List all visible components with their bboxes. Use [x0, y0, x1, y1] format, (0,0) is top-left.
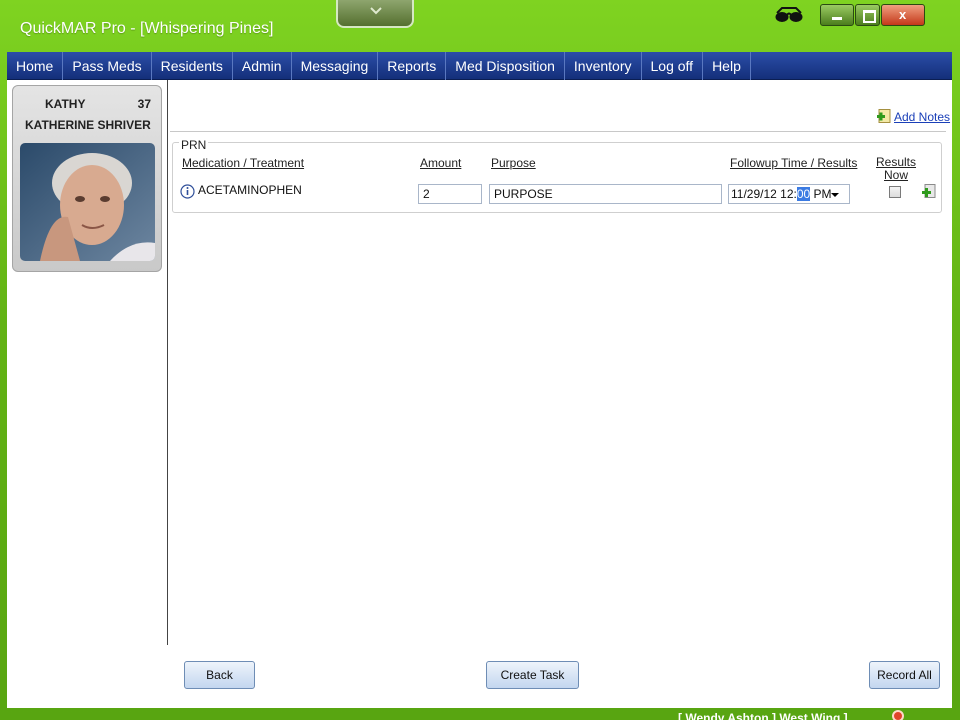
header-results-now: Results Now: [876, 155, 917, 182]
add-icon[interactable]: [922, 184, 936, 200]
menu-help[interactable]: Help: [703, 52, 751, 80]
window-title: QuickMAR Pro - [Whispering Pines]: [20, 20, 274, 37]
panel-divider: [167, 80, 168, 645]
header-amount: Amount: [420, 156, 462, 170]
add-notes-label[interactable]: Add Notes: [894, 110, 950, 124]
followup-minutes: 00: [796, 187, 811, 201]
maximize-button[interactable]: [855, 4, 880, 26]
main-menu: Home Pass Meds Residents Admin Messaging…: [7, 52, 952, 80]
menu-inventory[interactable]: Inventory: [565, 52, 642, 80]
back-button[interactable]: Back: [184, 661, 255, 689]
menu-residents[interactable]: Residents: [152, 52, 233, 80]
resident-photo: [20, 143, 155, 261]
followup-ampm: PM: [810, 187, 832, 201]
minimize-button[interactable]: [820, 4, 854, 26]
alert-icon[interactable]: [892, 710, 904, 720]
status-bar-user: [ Wendy Ashton ] West Wing ]: [678, 711, 848, 720]
menu-log-off[interactable]: Log off: [642, 52, 704, 80]
menu-admin[interactable]: Admin: [233, 52, 292, 80]
amount-input[interactable]: 2: [418, 184, 482, 204]
menu-pass-meds[interactable]: Pass Meds: [63, 52, 152, 80]
record-all-button[interactable]: Record All: [869, 661, 940, 689]
main-content: KATHY 37 KATHERINE SHRIVER Add Notes PRN…: [7, 80, 952, 708]
results-now-checkbox[interactable]: [889, 186, 901, 198]
medication-name: ACETAMINOPHEN: [198, 183, 302, 197]
chevron-down-icon[interactable]: [336, 0, 414, 28]
prn-legend: PRN: [179, 138, 209, 152]
add-notes-icon: [877, 109, 891, 123]
resident-card[interactable]: KATHY 37 KATHERINE SHRIVER: [12, 85, 162, 272]
create-task-button[interactable]: Create Task: [486, 661, 579, 689]
followup-date: 11/29/12 12:: [731, 187, 797, 201]
header-separator: [170, 131, 946, 132]
resident-number: 37: [137, 97, 151, 111]
close-icon: x: [899, 7, 907, 22]
followup-datetime-picker[interactable]: 11/29/12 12:00 PM: [728, 184, 850, 204]
header-purpose: Purpose: [491, 156, 536, 170]
header-followup: Followup Time / Results: [730, 156, 858, 170]
window-frame: QuickMAR Pro - [Whispering Pines] x Home…: [0, 0, 960, 720]
header-medication: Medication / Treatment: [182, 156, 305, 170]
menu-home[interactable]: Home: [7, 52, 64, 80]
add-notes-link[interactable]: Add Notes: [877, 109, 950, 124]
menu-messaging[interactable]: Messaging: [292, 52, 379, 80]
purpose-input[interactable]: PURPOSE: [489, 184, 722, 204]
info-icon[interactable]: [180, 184, 195, 199]
chevron-down-icon[interactable]: [831, 193, 839, 197]
resident-first-name: KATHY: [45, 97, 86, 111]
close-button[interactable]: x: [881, 4, 925, 26]
prn-group: PRN Medication / Treatment Amount Purpos…: [172, 138, 942, 213]
menu-reports[interactable]: Reports: [378, 52, 447, 80]
resident-full-name: KATHERINE SHRIVER: [25, 118, 151, 132]
glasses-icon[interactable]: [774, 6, 804, 27]
title-bar: QuickMAR Pro - [Whispering Pines] x: [0, 0, 960, 50]
menu-med-disposition[interactable]: Med Disposition: [446, 52, 565, 80]
